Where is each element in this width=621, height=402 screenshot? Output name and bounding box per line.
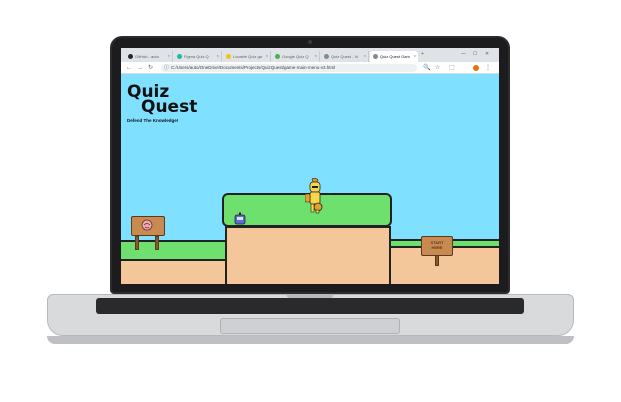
bookmark-star-icon[interactable]: ☆ <box>435 64 440 72</box>
tab-close-icon[interactable]: × <box>168 53 170 58</box>
extensions-icon[interactable]: ⬚ <box>449 64 455 72</box>
tab-close-icon[interactable]: × <box>217 53 219 58</box>
sign-post <box>135 236 139 250</box>
robot-icon[interactable] <box>233 212 247 226</box>
browser-tab[interactable]: Figma Quiz Q × <box>174 51 222 62</box>
info-icon[interactable]: ⓘ <box>164 65 169 71</box>
laptop-stage: GitHub - auto × Figma Quiz Q × Lovable Q… <box>0 0 621 402</box>
browser-tab[interactable]: GitHub - auto × <box>125 51 173 62</box>
browser-toolbar: ← → ↻ ⓘ C:/Users/auto/OneDrive/Documents… <box>121 62 499 74</box>
trackpad <box>220 318 400 334</box>
address-bar[interactable]: ⓘ C:/Users/auto/OneDrive/Documents/Proje… <box>161 64 417 72</box>
knight-character-icon[interactable] <box>305 178 325 214</box>
google-icon <box>275 54 280 59</box>
github-icon <box>128 54 133 59</box>
webcam-icon <box>308 40 312 44</box>
tab-close-icon[interactable]: × <box>266 53 268 58</box>
figma-icon <box>177 54 182 59</box>
logo-quest: Quest <box>141 97 198 117</box>
brain-sign[interactable] <box>131 216 165 236</box>
dirt-ground-left <box>121 259 225 284</box>
back-icon[interactable]: ← <box>126 64 132 72</box>
start-sign-line2: HERE <box>431 245 443 250</box>
browser-tab[interactable]: Google Quiz Q × <box>272 51 320 62</box>
forward-icon[interactable]: → <box>137 64 143 72</box>
tab-close-icon[interactable]: × <box>414 53 416 58</box>
platform-dirt <box>225 226 391 284</box>
keyboard <box>96 298 524 314</box>
globe-icon <box>324 54 329 59</box>
browser-tab[interactable]: Quiz Quest - Vi × <box>321 51 369 62</box>
brain-icon <box>141 219 153 231</box>
url-text[interactable]: C:/Users/auto/OneDrive/Documents/Project… <box>171 65 335 71</box>
minimize-icon[interactable]: — <box>461 51 466 57</box>
lovable-icon <box>226 54 231 59</box>
maximize-icon[interactable]: ☐ <box>473 51 477 57</box>
browser-tab[interactable]: Lovable Quiz ga × <box>223 51 271 62</box>
tab-close-icon[interactable]: × <box>315 53 317 58</box>
start-sign[interactable]: START HERE <box>421 236 453 256</box>
game-canvas[interactable]: Quiz Quest Defend The Knowledge! START H… <box>121 74 499 284</box>
profile-avatar[interactable] <box>473 65 479 71</box>
logo-tagline: Defend The Knowledge! <box>127 118 179 123</box>
sign-post <box>155 236 159 250</box>
game-logo: Quiz Quest Defend The Knowledge! <box>127 84 198 124</box>
zoom-icon[interactable]: 🔍 <box>423 64 430 72</box>
laptop-base-edge <box>47 336 574 344</box>
browser-tab-active[interactable]: Quiz Quest Gam × <box>370 51 418 62</box>
tab-close-icon[interactable]: × <box>364 53 366 58</box>
browser-tab-bar: GitHub - auto × Figma Quiz Q × Lovable Q… <box>121 48 499 62</box>
globe-icon <box>373 54 378 59</box>
laptop-screen: GitHub - auto × Figma Quiz Q × Lovable Q… <box>121 48 499 284</box>
close-icon[interactable]: ✕ <box>485 51 489 57</box>
reload-icon[interactable]: ↻ <box>148 64 153 72</box>
menu-icon[interactable]: ⋮ <box>485 64 491 72</box>
new-tab-button[interactable]: + <box>421 51 424 57</box>
